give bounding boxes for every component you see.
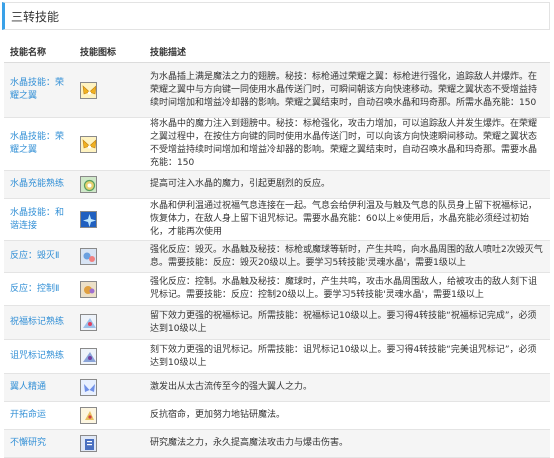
skill-name-link[interactable]: 反应：控制Ⅱ xyxy=(4,272,74,306)
skill-description: 水晶和伊利温通过祝福气息连接在一起。气息会给伊利温及与触及气息的队员身上留下祝福… xyxy=(144,198,550,241)
research-icon xyxy=(80,435,97,452)
skill-name-link[interactable]: 不懈研究 xyxy=(4,429,74,458)
golden-wings-icon xyxy=(80,135,97,153)
table-row: 水晶充能熟练 提高可注入水晶的魔力，引起更剧烈的反应。 xyxy=(4,170,550,199)
table-row: 水晶技能：荣耀之翼 为水晶插上满是魔法之力的翅膀。秘技：标枪通过荣耀之翼：标枪进… xyxy=(4,62,550,118)
skill-name-link[interactable]: 水晶技能：和谐连接 xyxy=(4,198,74,241)
golden-wings-icon xyxy=(80,81,97,99)
table-header-row: 技能名称 技能图标 技能描述 xyxy=(4,40,550,63)
skill-name-link[interactable]: 反应：毁灭Ⅱ xyxy=(4,240,74,273)
harmony-link-icon xyxy=(80,211,97,228)
table-row: 反应：控制Ⅱ 强化反应：控制。水晶触及秘技：魔球时，产生共鸣，攻击水晶周围敌人，… xyxy=(4,272,550,306)
table-row: 翼人精通 激发出从太古流传至今的强大翼人之力。 xyxy=(4,373,550,402)
skill-name-link[interactable]: 水晶充能熟练 xyxy=(4,170,74,199)
skill-description: 研究魔法之力，永久提高魔法攻击力与爆击伤害。 xyxy=(144,429,550,458)
skill-description: 为水晶插上满是魔法之力的翅膀。秘技：标枪通过荣耀之翼：标枪进行强化，追踪敌人并爆… xyxy=(144,62,550,118)
table-row: 水晶技能：和谐连接 水晶和伊利温通过祝福气息连接在一起。气息会给伊利温及与触及气… xyxy=(4,198,550,241)
column-header-desc: 技能描述 xyxy=(144,40,550,63)
column-header-name: 技能名称 xyxy=(4,40,74,63)
table-row: 祝福标记熟练 留下效力更强的祝福标记。所需技能：祝福标记10级以上。要习得4转技… xyxy=(4,305,550,340)
skill-name-link[interactable]: 水晶技能：荣耀之翼 xyxy=(4,117,74,171)
skill-description: 提高可注入水晶的魔力，引起更剧烈的反应。 xyxy=(144,170,550,199)
skill-description: 强化反应：毁灭。水晶触及秘技：标枪或魔球等斩时，产生共鸣，向水晶周围的敌人喷吐2… xyxy=(144,240,550,273)
table-row: 开拓命运 反抗宿命，更加努力地钻研魔法。 xyxy=(4,401,550,430)
skill-table: 技能名称 技能图标 技能描述 水晶技能：荣耀之翼 为水晶插上满是魔法之力的翅膀。… xyxy=(4,40,550,458)
skill-description: 留下效力更强的祝福标记。所需技能：祝福标记10级以上。要习得4转技能“祝福标记完… xyxy=(144,305,550,340)
section-title: 三转技能 xyxy=(11,10,60,24)
curse-mark-icon xyxy=(80,348,97,365)
table-row: 诅咒标记熟练 刻下效力更强的诅咒标记。所需技能：诅咒标记10级以上。要习得4转技… xyxy=(4,339,550,374)
skill-name-link[interactable]: 翼人精通 xyxy=(4,373,74,402)
column-header-icon: 技能图标 xyxy=(74,40,144,63)
reaction-control-icon xyxy=(80,280,97,298)
skill-name-link[interactable]: 诅咒标记熟练 xyxy=(4,339,74,374)
skill-description: 反抗宿命，更加努力地钻研魔法。 xyxy=(144,401,550,430)
table-row: 不懈研究 研究魔法之力，永久提高魔法攻击力与爆击伤害。 xyxy=(4,429,550,458)
open-fate-icon xyxy=(80,407,97,424)
table-row: 反应：毁灭Ⅱ 强化反应：毁灭。水晶触及秘技：标枪或魔球等斩时，产生共鸣，向水晶周… xyxy=(4,240,550,273)
skill-description: 强化反应：控制。水晶触及秘技：魔球时，产生共鸣，攻击水晶周围敌人，给被攻击的敌人… xyxy=(144,272,550,306)
skill-description: 激发出从太古流传至今的强大翼人之力。 xyxy=(144,373,550,402)
skill-name-link[interactable]: 祝福标记熟练 xyxy=(4,305,74,340)
table-row: 水晶技能：荣耀之翼 将水晶中的魔力注入到翅膀中。秘技：标枪强化，攻击力增加，可以… xyxy=(4,117,550,171)
skill-description: 刻下效力更强的诅咒标记。所需技能：诅咒标记10级以上。要习得4转技能“完美诅咒标… xyxy=(144,339,550,374)
wing-mastery-icon xyxy=(80,379,97,396)
skill-description: 将水晶中的魔力注入到翅膀中。秘技：标枪强化，攻击力增加，可以追踪敌人并发生爆炸。… xyxy=(144,117,550,171)
section-header: 三转技能 xyxy=(2,2,550,30)
crystal-charge-icon xyxy=(80,176,97,193)
skill-name-link[interactable]: 水晶技能：荣耀之翼 xyxy=(4,62,74,118)
skill-name-link[interactable]: 开拓命运 xyxy=(4,401,74,430)
blessing-mark-icon xyxy=(80,314,97,331)
reaction-destruction-icon xyxy=(80,248,97,265)
